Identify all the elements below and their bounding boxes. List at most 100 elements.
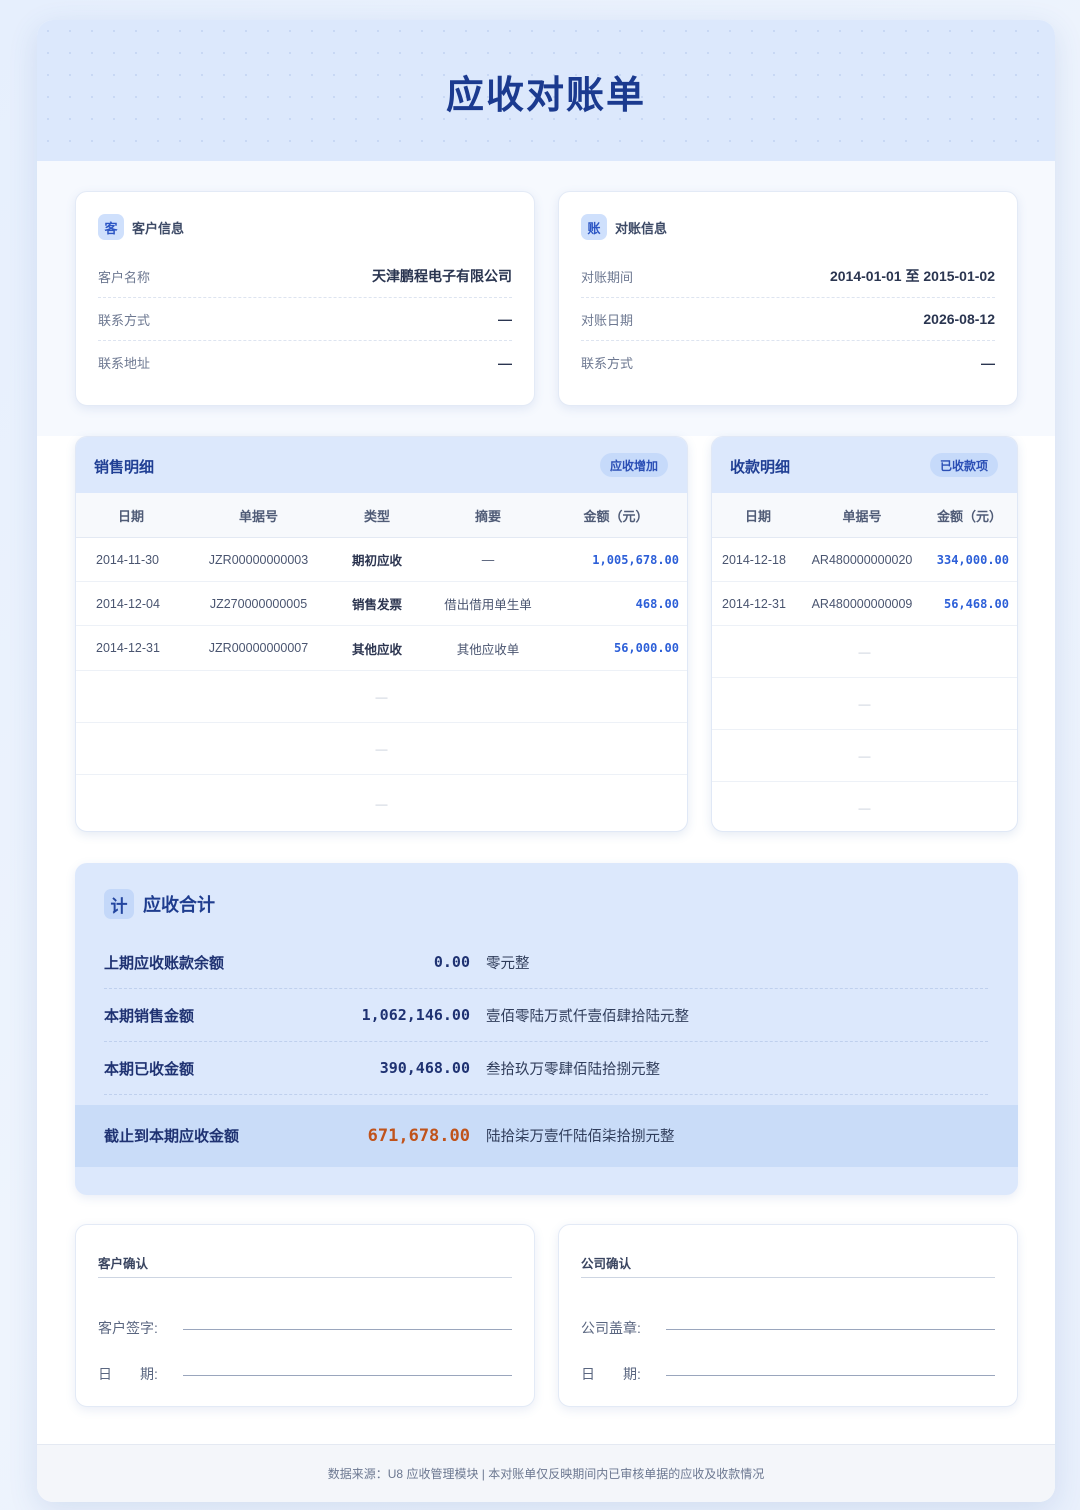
receipt-table-header: 日期 单据号 金额（元） [712,493,1017,538]
customer-signature-line: 客户签字: [98,1316,512,1340]
empty-placeholder: — [375,741,388,756]
sales-table-header: 日期 单据号 类型 摘要 金额（元） [76,493,687,538]
summary-header: 计 应收合计 [104,889,215,919]
empty-placeholder: — [858,644,871,659]
summary-row-closing-balance: 截止到本期应收金额 671,678.00 陆拾柒万壹仟陆佰柒拾捌元整 [104,1109,988,1162]
customer-contact-row: 联系方式 — [98,298,512,341]
customer-name-value: 天津鹏程电子有限公司 [372,268,512,284]
row-date: 2014-12-31 [96,641,160,655]
empty-placeholder: — [858,748,871,763]
customer-confirm-card: 客户确认 客户签字: 日 期: [75,1224,535,1407]
signature-label: 客户签字: [98,1320,158,1336]
page-title: 应收对账单 [445,75,646,117]
title-band: 应收对账单 [37,20,1055,161]
empty-placeholder: — [375,689,388,704]
empty-row: — [712,782,1017,831]
column-header: 金额（元） [936,509,1002,524]
table-row: 2014-11-30 JZR00000000003 期初应收 — 1,005,6… [76,538,687,582]
field-label: 联系方式 [98,312,151,328]
reconcile-badge-icon: 账 [581,214,607,240]
row-date: 2014-12-18 [722,552,786,567]
date-label: 日 期: [581,1366,641,1382]
customer-info-header: 客 客户信息 [98,214,184,240]
table-row: 2014-12-31 AR480000000009 56,468.00 [712,582,1017,626]
reconcile-contact-row: 联系方式 — [581,341,995,384]
empty-row: — [712,678,1017,730]
sales-panel-header: 销售明细 应收增加 [76,437,687,493]
empty-row: — [76,671,687,723]
column-header: 摘要 [474,509,501,524]
company-seal-line: 公司盖章: [581,1316,995,1340]
receivable-summary: 计 应收合计 上期应收账款余额 0.00 零元整 本期销售金额 1,062,14… [75,863,1018,1195]
row-date: 2014-12-31 [722,596,786,611]
empty-row: — [76,723,687,775]
column-header: 日期 [117,509,144,524]
date-field[interactable] [666,1374,995,1376]
customer-badge-icon: 客 [98,214,124,240]
empty-placeholder: — [375,797,388,811]
customer-contact-value: — [498,311,512,327]
summary-row-received: 本期已收金额 390,468.00 叁拾玖万零肆佰陆拾捌元整 [104,1042,988,1095]
column-header: 单据号 [238,509,278,524]
table-row: 2014-12-31 JZR00000000007 其他应收 其他应收单 56,… [76,626,687,671]
seal-label: 公司盖章: [581,1320,641,1336]
row-type: 期初应收 [351,554,402,568]
field-label: 对账日期 [581,312,634,328]
receipt-panel-header: 收款明细 已收款项 [712,437,1017,493]
summary-amount-words: 陆拾柒万壹仟陆佰柒拾捌元整 [486,1129,675,1145]
customer-info-title: 客户信息 [132,220,185,236]
summary-row-prior-balance: 上期应收账款余额 0.00 零元整 [104,936,988,989]
reconcile-info-card: 账 对账信息 对账期间 2014-01-01 至 2015-01-02 对账日期… [558,191,1018,406]
sales-panel-title: 销售明细 [94,459,155,476]
reconcile-period-value: 2014-01-01 至 2015-01-02 [829,268,995,284]
field-label: 联系地址 [98,356,151,371]
empty-row: — [76,775,687,831]
table-row: 2014-12-18 AR480000000020 334,000.00 [712,538,1017,582]
receipt-tag-badge: 已收款项 [929,453,998,477]
customer-name-row: 客户名称 天津鹏程电子有限公司 [98,255,512,298]
empty-placeholder: — [858,800,871,815]
field-label: 联系方式 [581,356,634,371]
summary-title: 应收合计 [143,895,215,915]
empty-placeholder: — [858,696,871,711]
summary-label: 上期应收账款余额 [104,954,225,972]
reconcile-contact-value: — [981,354,995,371]
divider [581,1277,995,1278]
row-doc-number: JZR00000000003 [208,552,309,567]
footer-note: 数据来源：U8 应收管理模块 | 本对账单仅反映期间内已审核单据的应收及收款情况 [37,1444,1055,1502]
date-field[interactable] [183,1374,512,1376]
sales-detail-panel: 销售明细 应收增加 日期 单据号 类型 摘要 金额（元） 2014-11-30 … [75,436,688,832]
row-doc-number: AR480000000020 [811,552,913,567]
company-confirm-title: 公司确认 [581,1257,632,1271]
row-date: 2014-12-04 [96,596,160,611]
row-type: 其他应收 [351,642,402,657]
column-header: 类型 [363,509,390,524]
summary-label: 截止到本期应收金额 [104,1128,240,1145]
signature-field[interactable] [183,1328,512,1330]
column-header: 金额（元） [583,509,649,524]
row-amount: 56,000.00 [613,641,679,655]
customer-address-row: 联系地址 — [98,341,512,384]
row-amount: 1,005,678.00 [592,552,679,567]
company-date-line: 日 期: [581,1362,995,1386]
statement-sheet: 应收对账单 客 客户信息 客户名称 天津鹏程电子有限公司 联系方式 — 联系地址… [37,20,1055,1502]
row-amount: 334,000.00 [936,552,1009,567]
column-header: 单据号 [842,509,882,524]
summary-amount-words: 零元整 [486,955,530,972]
row-memo: 其他应收单 [456,642,520,657]
receipt-panel-title: 收款明细 [730,459,791,476]
divider [98,1277,512,1278]
seal-field[interactable] [666,1328,995,1330]
row-amount: 56,468.00 [943,596,1009,611]
company-confirm-card: 公司确认 公司盖章: 日 期: [558,1224,1018,1407]
column-header: 日期 [744,509,771,524]
empty-row: — [712,626,1017,678]
row-doc-number: JZR00000000007 [208,641,309,655]
row-type: 销售发票 [351,598,402,612]
customer-address-value: — [498,354,512,371]
reconcile-period-row: 对账期间 2014-01-01 至 2015-01-02 [581,255,995,298]
sales-tag-badge: 应收增加 [599,453,668,477]
summary-final-band: 截止到本期应收金额 671,678.00 陆拾柒万壹仟陆佰柒拾捌元整 [75,1105,1018,1167]
reconcile-date-row: 对账日期 2026-08-12 [581,298,995,341]
reconcile-date-value: 2026-08-12 [923,311,995,327]
